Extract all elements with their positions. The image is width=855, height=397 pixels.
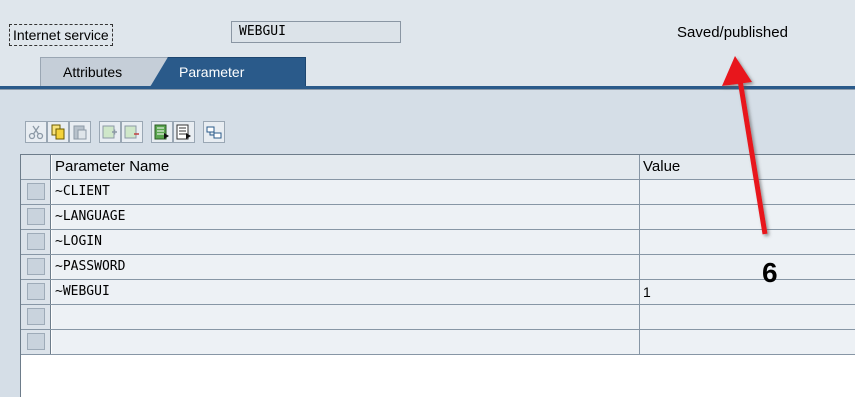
table-row <box>21 330 855 355</box>
row-selector[interactable] <box>21 180 51 204</box>
copy-icon[interactable] <box>47 121 69 143</box>
row-selector[interactable] <box>21 280 51 304</box>
row-selector[interactable] <box>21 205 51 229</box>
parameter-name-cell[interactable] <box>52 330 640 354</box>
delete-row-icon[interactable] <box>121 121 143 143</box>
parameter-name-cell[interactable]: ~PASSWORD <box>52 255 640 279</box>
table-row <box>21 305 855 330</box>
select-all-icon[interactable] <box>151 121 173 143</box>
row-selector[interactable] <box>21 230 51 254</box>
column-header-parameter-name[interactable]: Parameter Name <box>52 155 640 179</box>
annotation-step-number: 6 <box>762 257 778 288</box>
table-row: ~WEBGUI 1 <box>21 280 855 305</box>
internet-service-label: Internet service <box>9 24 113 46</box>
parameter-value-cell[interactable] <box>640 330 855 354</box>
parameter-value-cell[interactable]: 1 <box>640 280 855 304</box>
parameter-name-cell[interactable]: ~LOGIN <box>52 230 640 254</box>
parameter-value-cell[interactable] <box>640 305 855 329</box>
row-selector[interactable] <box>21 255 51 279</box>
row-selector[interactable] <box>21 330 51 354</box>
cut-icon[interactable] <box>25 121 47 143</box>
insert-row-icon[interactable] <box>99 121 121 143</box>
status-text: Saved/published <box>677 24 788 41</box>
details-icon[interactable] <box>203 121 225 143</box>
tab-parameter[interactable]: Parameter <box>150 57 306 87</box>
parameter-name-cell[interactable] <box>52 305 640 329</box>
table-row: ~PASSWORD <box>21 255 855 280</box>
paste-icon[interactable] <box>69 121 91 143</box>
tab-attributes[interactable]: Attributes <box>40 57 170 87</box>
parameter-name-cell[interactable]: ~CLIENT <box>52 180 640 204</box>
annotation-arrow <box>722 56 768 235</box>
internet-service-field[interactable]: WEBGUI <box>231 21 401 43</box>
parameter-name-cell[interactable]: ~LANGUAGE <box>52 205 640 229</box>
deselect-all-icon[interactable] <box>173 121 195 143</box>
row-selector[interactable] <box>21 305 51 329</box>
parameter-name-cell[interactable]: ~WEBGUI <box>52 280 640 304</box>
parameter-value-cell[interactable] <box>640 255 855 279</box>
header-bar: Internet service WEBGUI Saved/published <box>0 0 855 56</box>
select-all-cell[interactable] <box>21 155 51 179</box>
